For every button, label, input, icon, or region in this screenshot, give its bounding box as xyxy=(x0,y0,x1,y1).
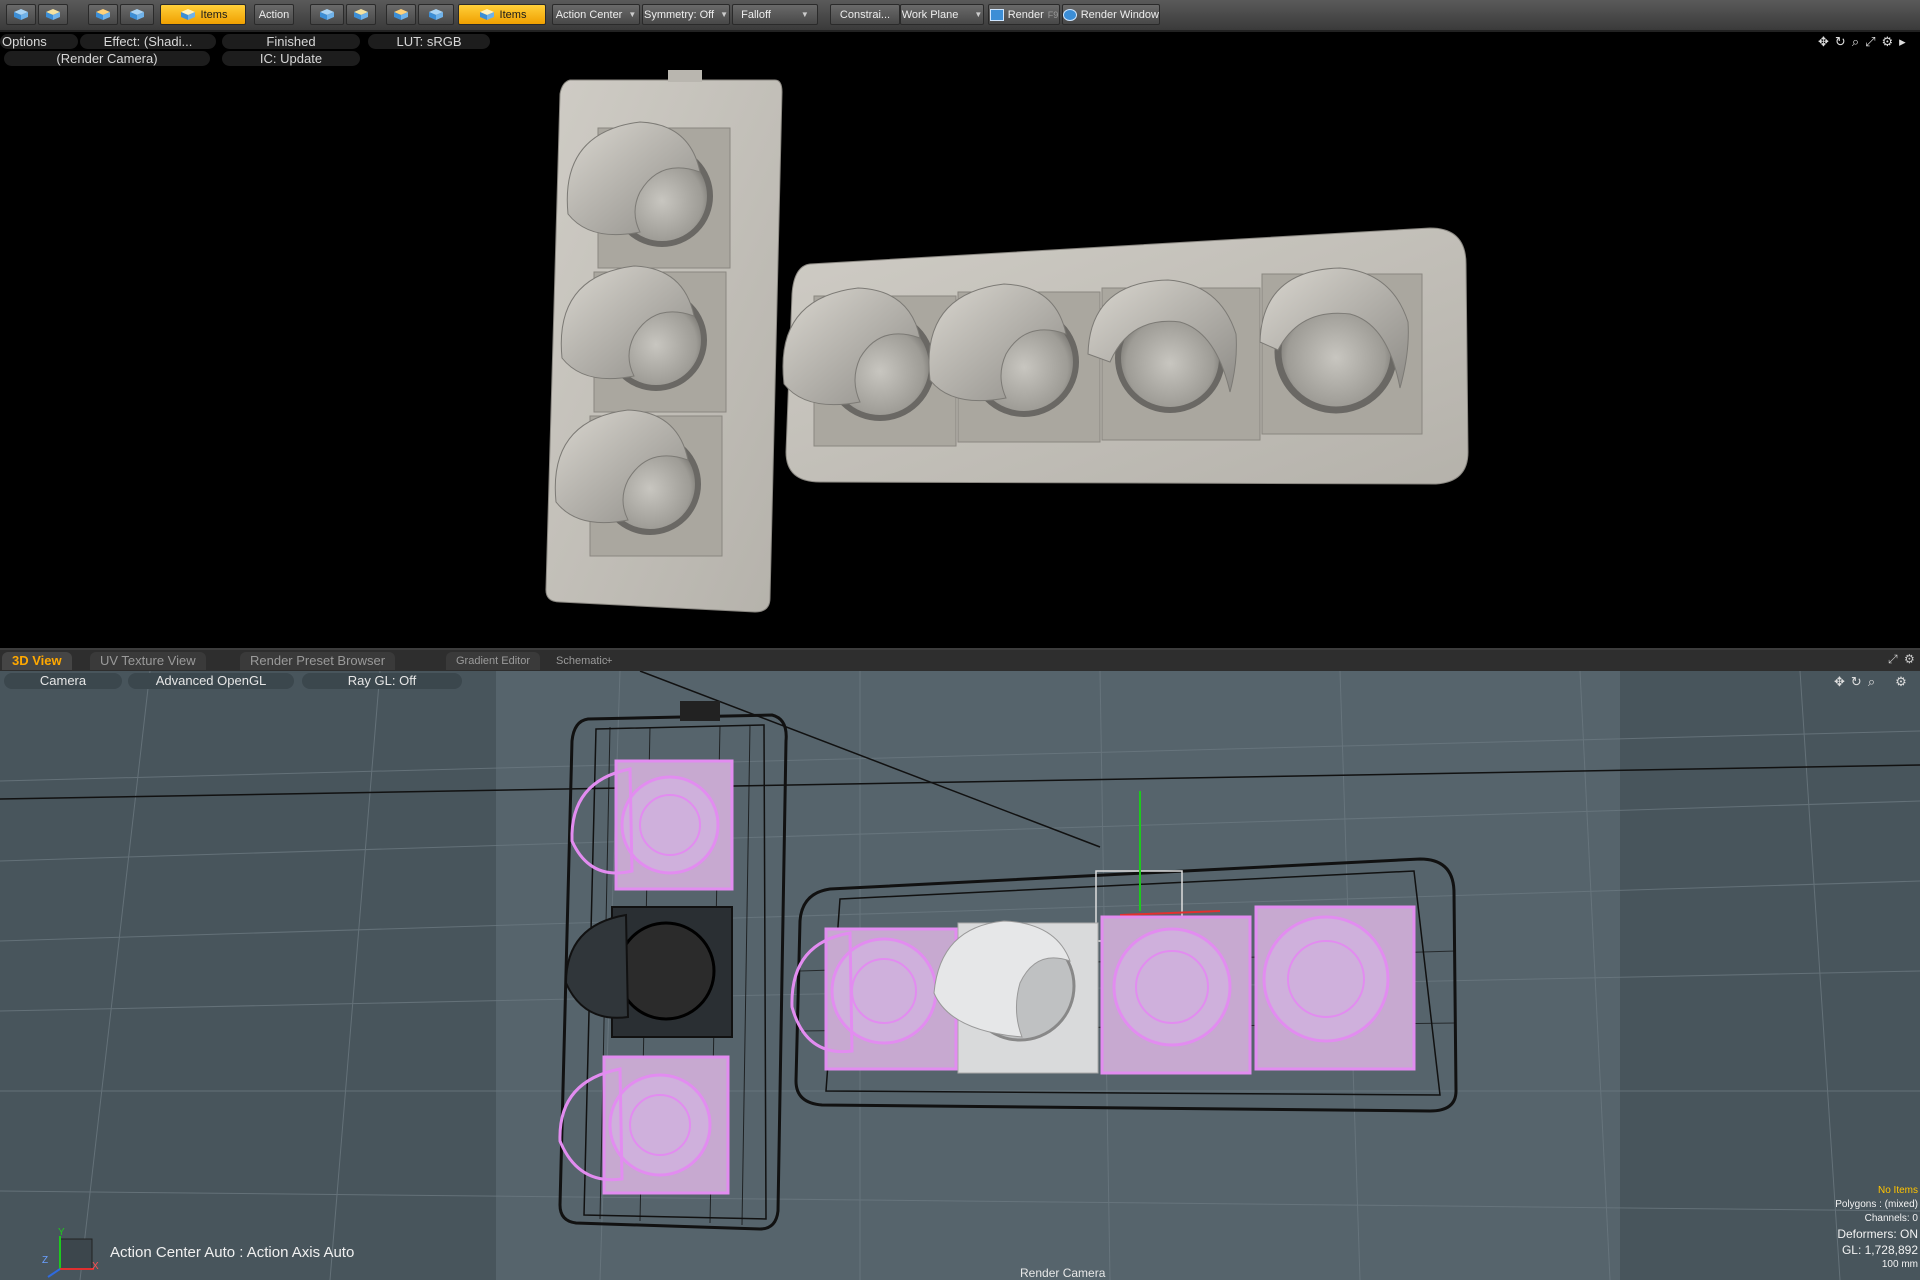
mode-button-4[interactable] xyxy=(120,4,154,25)
selection-status: No Items xyxy=(1877,1185,1918,1196)
dropdown-arrow-icon: ▼ xyxy=(720,10,728,19)
action-center-label: Action Center xyxy=(555,8,623,21)
render-window-icon xyxy=(1063,8,1077,21)
items-mode-button-2[interactable]: Items xyxy=(458,4,546,25)
horizontal-signal-wireframe xyxy=(790,791,1458,1113)
cube-icon xyxy=(180,9,195,20)
tab-gradient-editor[interactable]: Gradient Editor xyxy=(446,652,540,670)
work-plane-dropdown[interactable]: Work Plane ▼ xyxy=(900,4,984,25)
axis-y-label: Y xyxy=(58,1227,65,1238)
action-center-dropdown[interactable]: Action Center ▼ xyxy=(552,4,640,25)
camera-dropdown[interactable]: Camera xyxy=(4,673,122,689)
dropdown-arrow-icon: ▼ xyxy=(974,10,983,19)
vertical-signal-wireframe xyxy=(558,701,788,1231)
horizontal-signal-render xyxy=(782,227,1469,485)
axis-orientation-icon xyxy=(47,1236,94,1278)
cube-icon xyxy=(354,9,368,20)
render-window-label: Render Window xyxy=(1080,8,1159,21)
vertical-signal-render xyxy=(545,70,783,613)
cube-icon xyxy=(46,9,60,20)
symmetry-label: Symmetry: Off xyxy=(643,8,715,21)
render-icon xyxy=(989,8,1004,21)
mode-button-8[interactable] xyxy=(418,4,454,25)
cube-icon xyxy=(394,9,408,20)
tab-3d-view[interactable]: 3D View xyxy=(2,652,72,670)
rotate-icon[interactable]: ↻ xyxy=(1851,674,1862,690)
wireframe-scene xyxy=(0,671,1920,1280)
items-label-2: Items xyxy=(499,8,527,21)
dropdown-arrow-icon: ▼ xyxy=(800,10,809,19)
work-plane-label: Work Plane xyxy=(901,8,959,21)
mode-button-7[interactable] xyxy=(386,4,416,25)
items-label: Items xyxy=(200,8,228,21)
render-label: Render xyxy=(1007,8,1044,21)
gl-poly-count: GL: 1,728,892 xyxy=(1841,1243,1918,1257)
main-toolbar: Items Action Items Action Center ▼ Symmet… xyxy=(0,0,1920,32)
move-icon[interactable]: ✥ xyxy=(1834,674,1845,690)
gear-icon[interactable]: ⚙ xyxy=(1895,674,1907,690)
dropdown-arrow-icon: ▼ xyxy=(628,10,637,19)
mode-button-2[interactable] xyxy=(38,4,68,25)
render-shortcut: F9 xyxy=(1047,9,1059,20)
gl-viewport[interactable]: Camera Advanced OpenGL Ray GL: Off ✥ ↻ ⌕… xyxy=(0,671,1920,1280)
action-center-status: Action Center Auto : Action Axis Auto xyxy=(110,1244,355,1261)
falloff-label: Falloff xyxy=(741,8,771,21)
zoom-icon[interactable]: ⌕ xyxy=(1868,674,1875,690)
mode-button-3[interactable] xyxy=(88,4,118,25)
render-viewport[interactable]: Options Effect: (Shadi... Finished LUT: … xyxy=(0,32,1920,646)
rendered-traffic-lights xyxy=(545,70,1469,613)
viewport-tab-bar: 3D View UV Texture View Render Preset Br… xyxy=(0,648,1920,673)
polygons-stat: Polygons : (mixed) xyxy=(1835,1199,1918,1210)
constraints-button[interactable]: Constrai... xyxy=(830,4,900,25)
tab-uv-texture-view[interactable]: UV Texture View xyxy=(90,652,206,670)
channels-stat: Channels: 0 xyxy=(1864,1213,1918,1224)
symmetry-dropdown[interactable]: Symmetry: Off ▼ xyxy=(642,4,730,25)
ray-gl-dropdown[interactable]: Ray GL: Off xyxy=(302,673,462,689)
action-label: Action xyxy=(258,8,290,21)
add-tab-button[interactable]: + xyxy=(602,652,616,670)
render-window-button[interactable]: Render Window xyxy=(1062,4,1160,25)
tab-render-preset-browser[interactable]: Render Preset Browser xyxy=(240,652,396,670)
cube-icon xyxy=(96,9,110,20)
action-button[interactable]: Action xyxy=(254,4,294,25)
maximize-icon[interactable]: ⤢ xyxy=(1888,652,1898,667)
mode-button-1[interactable] xyxy=(6,4,36,25)
items-mode-button[interactable]: Items xyxy=(160,4,246,25)
render-button[interactable]: Render F9 xyxy=(988,4,1060,25)
cube-icon xyxy=(130,9,144,20)
gl-view-controls: ✥ ↻ ⌕ ⚙ xyxy=(1834,674,1907,690)
constraints-label: Constrai... xyxy=(839,8,891,21)
axis-x-label: X xyxy=(92,1261,99,1272)
shading-dropdown[interactable]: Advanced OpenGL xyxy=(128,673,294,689)
scene-stats: No Items Polygons : (mixed) Channels: 0 … xyxy=(1835,1184,1918,1272)
gear-icon[interactable]: ⚙ xyxy=(1904,652,1915,666)
cube-icon xyxy=(479,9,494,20)
grid-scale: 100 mm xyxy=(1881,1259,1918,1270)
mode-button-5[interactable] xyxy=(310,4,344,25)
axis-z-label: Z xyxy=(42,1255,49,1266)
deformers-stat: Deformers: ON xyxy=(1837,1227,1918,1241)
render-camera-label: Render Camera xyxy=(1020,1266,1106,1280)
cube-icon xyxy=(14,9,28,20)
cube-icon xyxy=(320,9,334,20)
falloff-dropdown[interactable]: Falloff ▼ xyxy=(732,4,818,25)
x-axis-gizmo[interactable] xyxy=(1119,910,1221,916)
mode-button-6[interactable] xyxy=(346,4,376,25)
cube-icon xyxy=(429,9,443,20)
